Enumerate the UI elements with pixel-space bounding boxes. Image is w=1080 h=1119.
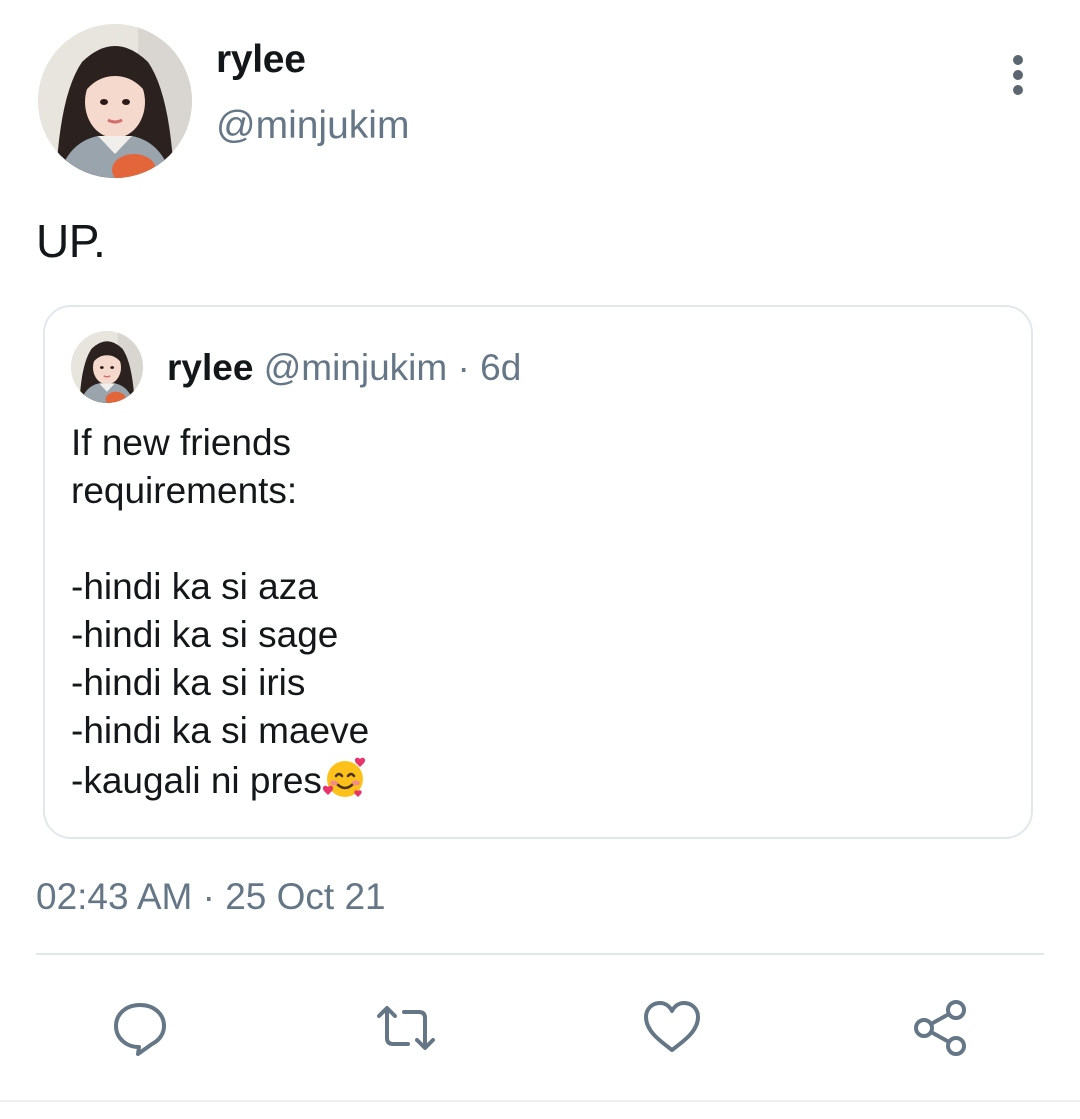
quoted-text-line: If new friends [71,422,292,463]
retweet-button[interactable] [374,996,438,1060]
tweet-timestamp[interactable]: 02:43 AM · 25 Oct 21 [36,876,386,918]
reply-button[interactable] [108,996,172,1060]
author-handle[interactable]: @minjukim [216,104,409,148]
quoted-tweet-text: If new friends requirements: -hindi ka s… [71,419,369,803]
profile-photo-icon [71,331,143,403]
heart-icon [644,1001,700,1052]
quoted-author-avatar[interactable] [71,331,143,403]
divider [36,953,1044,955]
share-icon [914,1000,966,1056]
quoted-tweet-card[interactable]: rylee @minjukim · 6d If new friends requ… [43,305,1033,839]
quoted-text-line: -hindi ka si sage [71,614,339,655]
quoted-text-last: -kaugali ni pres [71,760,322,801]
quoted-text-line [71,515,369,563]
quoted-age: 6d [480,347,522,388]
like-button[interactable] [640,996,704,1060]
quoted-text-line: -hindi ka si iris [71,662,306,703]
quoted-separator: · [457,347,470,388]
profile-photo-icon [38,24,192,178]
tweet-text: UP. [36,215,106,267]
more-vertical-icon [1013,55,1023,95]
bottom-divider [0,1100,1080,1102]
quoted-text-line: -hindi ka si aza [71,566,318,607]
quoted-handle[interactable]: @minjukim [264,347,448,388]
quoted-text-line: requirements: [71,470,298,511]
reply-icon [114,1003,166,1056]
quoted-text-line: -hindi ka si maeve [71,710,370,751]
author-display-name[interactable]: rylee [216,38,306,82]
quoted-display-name[interactable]: rylee [167,347,253,388]
retweet-icon [377,1006,435,1050]
share-button[interactable] [908,996,972,1060]
author-avatar[interactable] [38,24,192,178]
more-options-button[interactable] [998,52,1038,98]
quoted-text-line-last: -kaugali ni pres [71,755,369,803]
quoted-tweet-header: rylee @minjukim · 6d [167,347,521,389]
smiling-face-with-hearts-icon [322,757,365,797]
